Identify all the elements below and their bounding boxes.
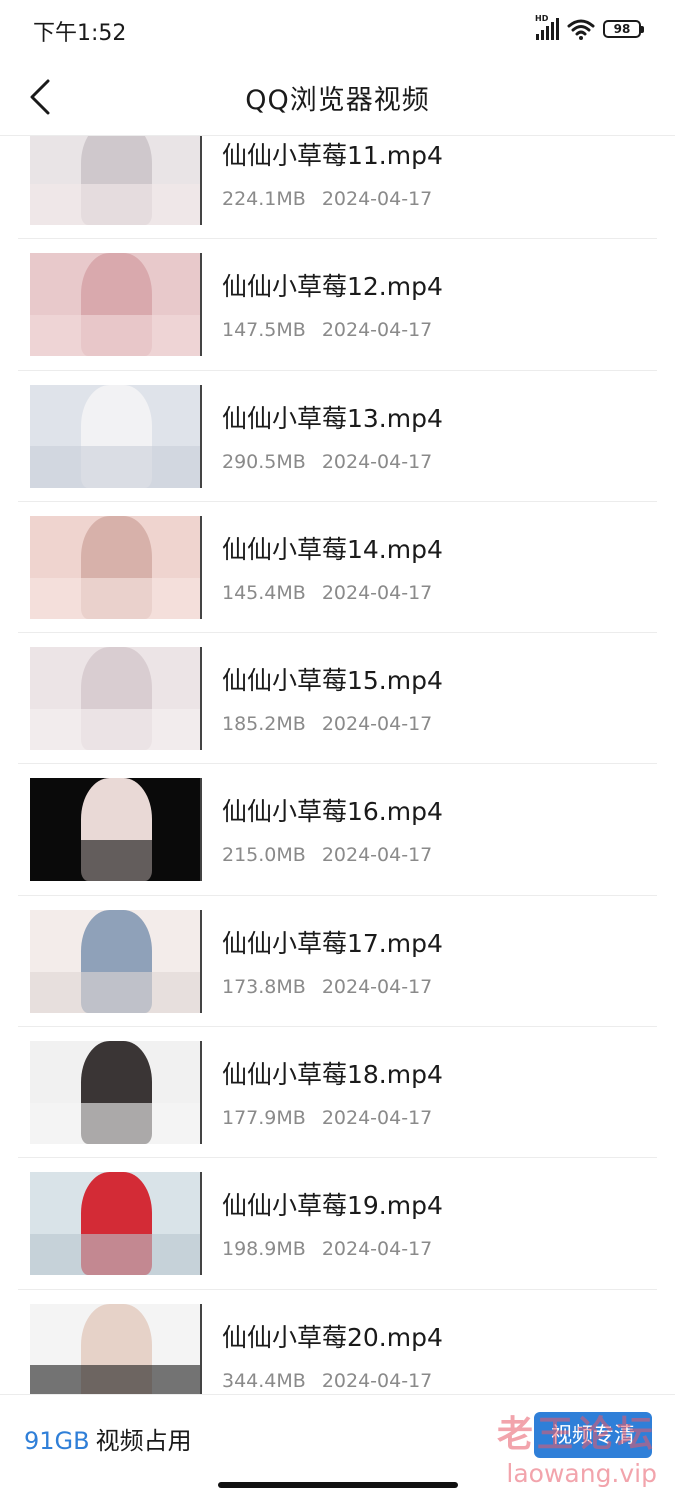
storage-usage: 91GB 视频占用 bbox=[24, 1421, 192, 1456]
file-name: 仙仙小草莓20.mp4 bbox=[222, 1322, 443, 1352]
status-icons: HD 98 bbox=[535, 14, 644, 41]
cellular-signal-icon: HD bbox=[535, 14, 559, 40]
file-date: 2024-04-17 bbox=[321, 319, 433, 342]
file-size: 215.0MB bbox=[222, 844, 306, 867]
file-meta: 145.4MB 2024-04-17 bbox=[222, 582, 432, 604]
file-name: 仙仙小草莓12.mp4 bbox=[222, 272, 443, 302]
video-list[interactable]: 仙仙小草莓11.mp4 224.1MB 2024-04-17 仙仙小草莓12.mp… bbox=[0, 136, 675, 1394]
file-date: 2024-04-17 bbox=[321, 844, 433, 867]
file-name: 仙仙小草莓19.mp4 bbox=[222, 1191, 443, 1221]
video-thumbnail[interactable] bbox=[30, 1041, 202, 1145]
file-meta: 198.9MB 2024-04-17 bbox=[222, 1238, 432, 1260]
file-date: 2024-04-17 bbox=[321, 975, 433, 998]
battery-icon: 98 bbox=[603, 20, 644, 38]
file-date: 2024-04-17 bbox=[321, 713, 433, 736]
list-item[interactable]: 仙仙小草莓11.mp4 224.1MB 2024-04-17 bbox=[18, 136, 657, 240]
video-thumbnail[interactable] bbox=[30, 384, 202, 488]
storage-label: 视频占用 bbox=[95, 1427, 192, 1455]
file-date: 2024-04-17 bbox=[321, 1107, 433, 1130]
file-name: 仙仙小草莓18.mp4 bbox=[222, 1060, 443, 1090]
file-meta: 344.4MB 2024-04-17 bbox=[222, 1370, 432, 1392]
file-meta: 224.1MB 2024-04-17 bbox=[222, 188, 432, 210]
file-meta: 185.2MB 2024-04-17 bbox=[222, 713, 432, 735]
file-size: 290.5MB bbox=[222, 450, 306, 473]
file-size: 145.4MB bbox=[222, 581, 306, 604]
status-bar: 下午1:52 HD 98 bbox=[0, 0, 675, 58]
list-item[interactable]: 仙仙小草莓15.mp4 185.2MB 2024-04-17 bbox=[18, 633, 657, 765]
file-meta: 173.8MB 2024-04-17 bbox=[222, 976, 432, 998]
storage-size: 91GB bbox=[24, 1427, 90, 1455]
file-size: 173.8MB bbox=[222, 975, 306, 998]
list-item[interactable]: 仙仙小草莓14.mp4 145.4MB 2024-04-17 bbox=[18, 502, 657, 634]
file-size: 185.2MB bbox=[222, 713, 306, 736]
list-item[interactable]: 仙仙小草莓12.mp4 147.5MB 2024-04-17 bbox=[18, 239, 657, 371]
watermark-url: laowang.vip bbox=[506, 1459, 657, 1488]
status-time: 下午1:52 bbox=[33, 21, 127, 46]
hd-label: HD bbox=[535, 14, 549, 23]
wifi-icon bbox=[567, 19, 595, 40]
list-item[interactable]: 仙仙小草莓13.mp4 290.5MB 2024-04-17 bbox=[18, 371, 657, 502]
footer: 91GB 视频占用 视频专清 老王论坛 laowang.vip bbox=[0, 1394, 675, 1500]
file-size: 177.9MB bbox=[222, 1107, 306, 1130]
video-clean-button[interactable]: 视频专清 bbox=[534, 1412, 652, 1458]
video-thumbnail[interactable] bbox=[30, 253, 202, 357]
video-thumbnail[interactable] bbox=[30, 909, 202, 1013]
file-meta: 177.9MB 2024-04-17 bbox=[222, 1107, 432, 1129]
list-item[interactable]: 仙仙小草莓16.mp4 215.0MB 2024-04-17 bbox=[18, 764, 657, 896]
file-size: 344.4MB bbox=[222, 1369, 306, 1392]
file-meta: 147.5MB 2024-04-17 bbox=[222, 319, 432, 341]
page-title: QQ浏览器视频 bbox=[245, 85, 430, 116]
header: QQ浏览器视频 bbox=[0, 58, 675, 136]
file-name: 仙仙小草莓17.mp4 bbox=[222, 928, 443, 958]
file-name: 仙仙小草莓11.mp4 bbox=[222, 141, 443, 170]
file-date: 2024-04-17 bbox=[321, 581, 433, 604]
file-size: 147.5MB bbox=[222, 319, 306, 342]
file-date: 2024-04-17 bbox=[321, 1369, 433, 1392]
file-meta: 290.5MB 2024-04-17 bbox=[222, 451, 432, 473]
file-name: 仙仙小草莓15.mp4 bbox=[222, 666, 443, 696]
video-thumbnail[interactable] bbox=[30, 778, 202, 882]
file-meta: 215.0MB 2024-04-17 bbox=[222, 844, 432, 866]
list-item[interactable]: 仙仙小草莓19.mp4 198.9MB 2024-04-17 bbox=[18, 1158, 657, 1290]
file-size: 198.9MB bbox=[222, 1238, 306, 1261]
list-item[interactable]: 仙仙小草莓20.mp4 344.4MB 2024-04-17 bbox=[18, 1290, 657, 1394]
video-thumbnail[interactable] bbox=[30, 1172, 202, 1276]
video-thumbnail[interactable] bbox=[30, 1303, 202, 1394]
file-date: 2024-04-17 bbox=[321, 1238, 433, 1261]
video-thumbnail[interactable] bbox=[30, 647, 202, 751]
video-thumbnail[interactable] bbox=[30, 136, 202, 225]
file-size: 224.1MB bbox=[222, 188, 306, 210]
video-thumbnail[interactable] bbox=[30, 515, 202, 619]
home-indicator[interactable] bbox=[218, 1482, 458, 1488]
list-item[interactable]: 仙仙小草莓18.mp4 177.9MB 2024-04-17 bbox=[18, 1027, 657, 1159]
file-date: 2024-04-17 bbox=[321, 450, 433, 473]
file-name: 仙仙小草莓16.mp4 bbox=[222, 797, 443, 827]
list-item[interactable]: 仙仙小草莓17.mp4 173.8MB 2024-04-17 bbox=[18, 896, 657, 1028]
file-date: 2024-04-17 bbox=[321, 188, 433, 210]
file-name: 仙仙小草莓13.mp4 bbox=[222, 403, 443, 433]
file-name: 仙仙小草莓14.mp4 bbox=[222, 534, 443, 564]
